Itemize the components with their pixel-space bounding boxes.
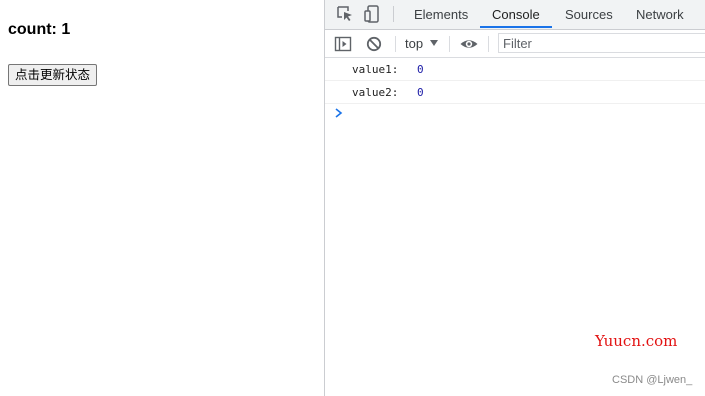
tab-network[interactable]: Network	[636, 0, 684, 29]
update-state-button[interactable]: 点击更新状态	[8, 64, 98, 86]
device-toolbar-icon[interactable]	[363, 4, 383, 24]
tabbar-divider	[393, 6, 394, 22]
author-watermark: CSDN @Ljwen_	[612, 374, 693, 386]
toolbar-divider	[449, 36, 450, 52]
site-watermark: Yuucn.com	[595, 332, 678, 350]
toolbar-divider	[395, 36, 396, 52]
console-message: value1: 0	[325, 58, 705, 81]
console-message-label: value1:	[352, 63, 399, 76]
console-prompt-chevron-icon[interactable]	[333, 106, 345, 120]
sidebar-toggle-icon[interactable]	[333, 34, 353, 54]
context-selector[interactable]: top	[405, 30, 423, 57]
active-tab-indicator	[480, 26, 552, 28]
console-message: value2: 0	[325, 81, 705, 104]
toolbar-divider	[488, 36, 489, 52]
tab-console[interactable]: Console	[492, 0, 540, 29]
filter-input[interactable]	[498, 33, 705, 53]
console-message-value: 0	[417, 63, 424, 76]
inspect-element-icon[interactable]	[335, 4, 355, 24]
tab-sources[interactable]: Sources	[565, 0, 613, 29]
tab-elements[interactable]: Elements	[414, 0, 468, 29]
page-content: count: 1 点击更新状态	[0, 0, 324, 396]
console-message-value: 0	[417, 86, 424, 99]
console-toolbar: top	[325, 30, 705, 58]
chevron-down-icon[interactable]	[430, 40, 438, 46]
console-message-label: value2:	[352, 86, 399, 99]
eye-icon[interactable]	[459, 34, 479, 54]
devtools-tabbar: Elements Console Sources Network	[325, 0, 705, 30]
clear-console-icon[interactable]	[364, 34, 384, 54]
count-heading: count: 1	[8, 21, 71, 38]
